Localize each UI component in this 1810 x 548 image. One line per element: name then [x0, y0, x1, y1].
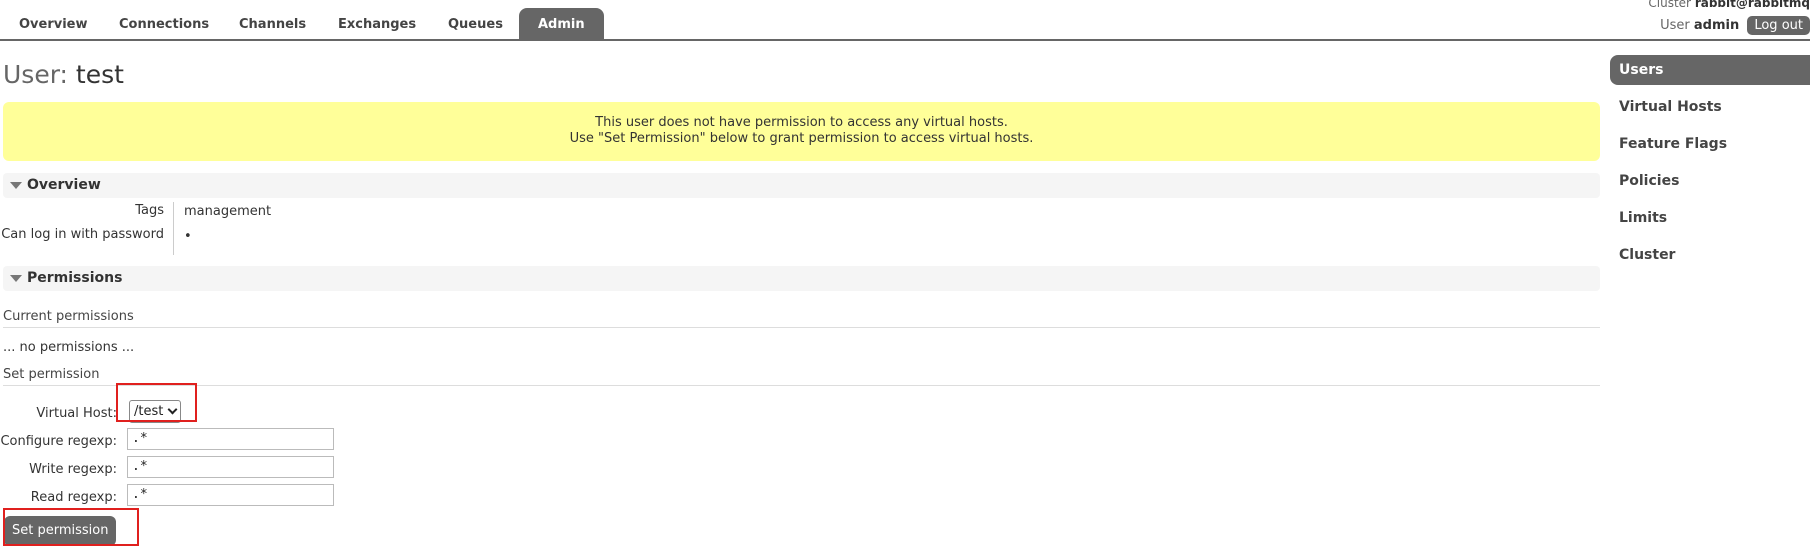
tags-label: Tags — [135, 203, 164, 218]
user-label: User — [1660, 18, 1690, 33]
user-info: User admin Log out — [1660, 16, 1810, 35]
collapse-triangle-icon — [10, 182, 22, 189]
current-permissions-label: Current permissions — [3, 309, 1600, 328]
cluster-label: Cluster — [1648, 0, 1691, 10]
no-permissions-text: ... no permissions ... — [3, 340, 135, 355]
admin-sidebar: Users Virtual Hosts Feature Flags Polici… — [1610, 55, 1810, 277]
sidebar-item-policies[interactable]: Policies — [1610, 166, 1810, 196]
overview-header-label: Overview — [27, 177, 101, 193]
cluster-value: rabbit@rabbitmq — [1694, 0, 1810, 10]
warning-line-2: Use "Set Permission" below to grant perm… — [569, 131, 1034, 146]
read-regexp-input[interactable]: .* — [127, 484, 334, 506]
sidebar-item-users[interactable]: Users — [1610, 55, 1810, 85]
collapse-triangle-icon — [10, 275, 22, 282]
tab-queues[interactable]: Queues — [429, 8, 522, 41]
cluster-info: Cluster rabbit@rabbitmq — [1648, 0, 1810, 10]
permissions-header-label: Permissions — [27, 270, 123, 286]
page-title-label: User: — [3, 60, 68, 89]
page-title-value: test — [75, 60, 124, 89]
user-value: admin — [1693, 18, 1740, 33]
sidebar-item-limits[interactable]: Limits — [1610, 203, 1810, 233]
top-nav: Overview Connections Channels Exchanges … — [0, 8, 1810, 41]
logout-button[interactable]: Log out — [1747, 16, 1810, 35]
read-regexp-label: Read regexp: — [30, 490, 117, 505]
sidebar-item-cluster[interactable]: Cluster — [1610, 240, 1810, 270]
warning-banner: This user does not have permission to ac… — [3, 102, 1600, 161]
highlight-box-button — [3, 508, 139, 546]
configure-regexp-input[interactable]: .* — [127, 428, 334, 450]
page-title: User: test — [3, 60, 124, 89]
overview-divider — [173, 202, 174, 255]
tab-connections[interactable]: Connections — [100, 8, 228, 41]
set-permission-label: Set permission — [3, 367, 1600, 386]
warning-line-1: This user does not have permission to ac… — [595, 115, 1008, 130]
login-value: • — [184, 229, 192, 244]
overview-section-header[interactable]: Overview — [3, 173, 1600, 198]
highlight-box-vhost — [116, 383, 197, 422]
login-label: Can log in with password — [1, 227, 164, 242]
write-regexp-label: Write regexp: — [29, 462, 117, 477]
tab-admin[interactable]: Admin — [519, 8, 604, 41]
vhost-label: Virtual Host: — [36, 406, 117, 421]
configure-regexp-label: Configure regexp: — [0, 434, 117, 449]
write-regexp-input[interactable]: .* — [127, 456, 334, 478]
tab-overview[interactable]: Overview — [0, 8, 107, 41]
tags-value: management — [184, 204, 272, 219]
tab-exchanges[interactable]: Exchanges — [319, 8, 435, 41]
permissions-section-header[interactable]: Permissions — [3, 266, 1600, 291]
sidebar-item-virtual-hosts[interactable]: Virtual Hosts — [1610, 92, 1810, 122]
sidebar-item-feature-flags[interactable]: Feature Flags — [1610, 129, 1810, 159]
tab-channels[interactable]: Channels — [220, 8, 325, 41]
